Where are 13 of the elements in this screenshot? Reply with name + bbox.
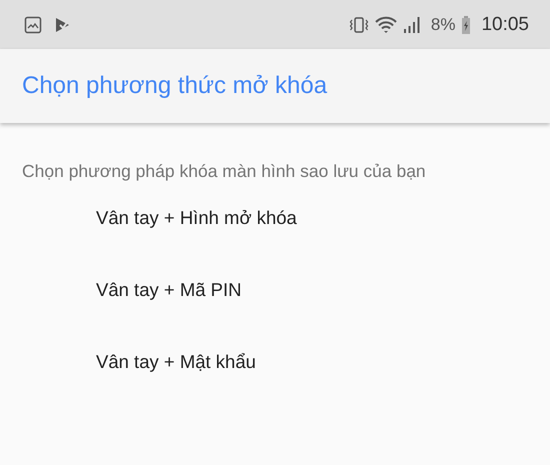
play-check-icon [54, 16, 72, 34]
battery-percent: 8% [430, 14, 456, 34]
image-icon [24, 16, 42, 34]
vibrate-icon [348, 16, 369, 34]
wifi-icon [374, 16, 397, 34]
battery-charging-icon [461, 16, 472, 34]
unlock-option[interactable]: Vân tay + Mã PIN [22, 278, 550, 350]
unlock-option[interactable]: Vân tay + Hình mở khóa [22, 206, 550, 278]
page-title: Chọn phương thức mở khóa [22, 72, 328, 100]
signal-icon [402, 16, 421, 34]
instruction-text: Chọn phương pháp khóa màn hình sao lưu của bạn [22, 161, 427, 182]
unlock-option[interactable]: Vân tay + Mật khẩu [22, 350, 550, 422]
clock-time: 10:05 [481, 14, 529, 36]
